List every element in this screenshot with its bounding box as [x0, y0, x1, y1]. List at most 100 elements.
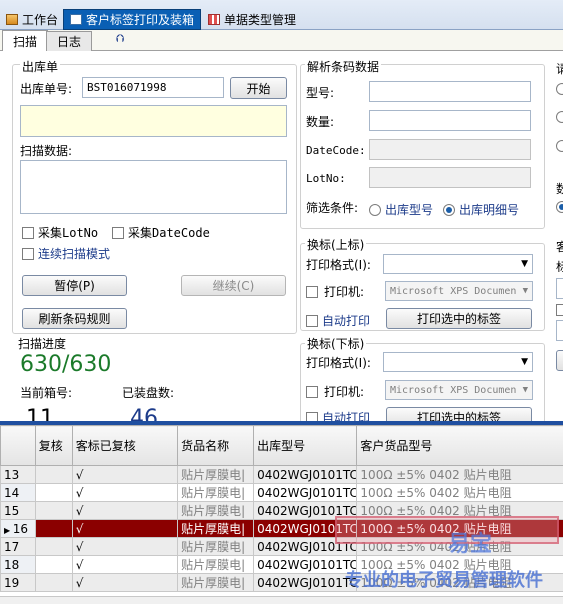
label-bottom-format-select[interactable]: ▼	[383, 352, 533, 372]
datecode-label: DateCode:	[306, 144, 366, 157]
continuous-scan-checkbox[interactable]: 连续扫描模式	[22, 245, 110, 262]
checked-cell[interactable]	[34, 465, 73, 484]
outbound-model-cell[interactable]: 0402WGJ0101TC	[253, 483, 358, 502]
collapse-chevron-icon[interactable]: ⮉	[116, 32, 124, 46]
customer-checked-cell[interactable]: √	[71, 537, 179, 556]
row-number-cell[interactable]: 14	[0, 483, 36, 502]
tab-label-print[interactable]: 客户标签打印及装箱	[63, 9, 202, 30]
customer-checked-cell[interactable]: √	[71, 573, 179, 592]
table-row[interactable]: 13 √ 贴片厚膜电| 0402WGJ0101TC 100Ω ±5% 0402 贴片电阻	[0, 465, 563, 484]
row-number-cell[interactable]: 15	[0, 501, 36, 520]
right-clip-radio-1[interactable]	[556, 83, 563, 95]
right-clip-label-a: 请	[556, 62, 563, 76]
outbound-model-cell[interactable]: 0402WGJ0101TC	[253, 465, 358, 484]
current-box-value: 11	[26, 406, 54, 421]
horizontal-scrollbar[interactable]	[0, 596, 563, 604]
outbound-model-cell[interactable]: 0402WGJ0101TC	[253, 555, 358, 574]
right-clip-field-2[interactable]	[556, 320, 563, 341]
item-name-cell[interactable]: 贴片厚膜电|	[177, 573, 255, 592]
refresh-barcode-rules-button[interactable]: 刷新条码规则	[22, 308, 127, 329]
label-top-format-select[interactable]: ▼	[383, 254, 533, 274]
quantity-input[interactable]	[369, 110, 531, 131]
right-clip-radio-2[interactable]	[556, 111, 563, 123]
current-box-label: 当前箱号:	[20, 386, 73, 400]
label-top-printer-select[interactable]: Microsoft XPS Documen ▼	[385, 281, 533, 301]
right-clip-radio-3[interactable]	[556, 140, 563, 152]
label-top-printer-checkbox[interactable]: 打印机:	[306, 283, 364, 300]
tab-doc-types-label: 单据类型管理	[224, 12, 297, 27]
grid-header-customer-checked[interactable]: 客标已复核	[71, 425, 179, 466]
item-name-cell[interactable]: 贴片厚膜电|	[177, 465, 255, 484]
order-number-input[interactable]	[82, 77, 224, 98]
parse-group-title: 解析条码数据	[305, 58, 382, 75]
watermark-brand: 易宝	[448, 532, 493, 557]
packed-count-label: 已装盘数:	[122, 386, 175, 400]
right-clip-label-d: 标	[556, 260, 563, 274]
outbound-model-cell[interactable]: 0402WGJ0101TC	[253, 573, 358, 592]
item-name-cell[interactable]: 贴片厚膜电|	[177, 555, 255, 574]
right-clip-field-1[interactable]	[556, 278, 563, 299]
customer-model-cell[interactable]: 100Ω ±5% 0402 贴片电阻	[356, 465, 563, 484]
grid-header-customer-model[interactable]: 客户货品型号	[356, 425, 563, 466]
checked-cell[interactable]	[34, 519, 73, 538]
checked-cell[interactable]	[34, 501, 73, 520]
lotno-input[interactable]	[369, 167, 531, 188]
label-bottom-format-label: 打印格式(I):	[306, 356, 371, 370]
customer-checked-cell[interactable]: √	[71, 483, 179, 502]
row-number-cell[interactable]: 13	[0, 465, 36, 484]
label-bottom-print-selected-button[interactable]: 打印选中的标签	[386, 407, 532, 421]
grid-header-checked[interactable]: 复核	[34, 425, 73, 466]
row-number-cell[interactable]: 19	[0, 573, 36, 592]
label-top-print-selected-button[interactable]: 打印选中的标签	[386, 308, 532, 329]
label-bottom-printer-checkbox[interactable]: 打印机:	[306, 383, 364, 400]
table-row[interactable]: 14 √ 贴片厚膜电| 0402WGJ0101TC 100Ω ±5% 0402 贴片电阻	[0, 483, 563, 502]
checked-cell[interactable]	[34, 483, 73, 502]
grid-header-item-name[interactable]: 货品名称	[177, 425, 255, 466]
datecode-input[interactable]	[369, 139, 531, 160]
pause-button[interactable]: 暂停(P)	[22, 275, 127, 296]
scan-data-textarea[interactable]	[20, 160, 287, 214]
order-number-label: 出库单号:	[20, 82, 73, 96]
item-name-cell[interactable]: 贴片厚膜电|	[177, 519, 255, 538]
lotno-label: LotNo:	[306, 172, 346, 185]
checked-cell[interactable]	[34, 555, 73, 574]
checked-cell[interactable]	[34, 537, 73, 556]
start-button[interactable]: 开始	[230, 77, 287, 99]
row-number-cell[interactable]: ▶ 16	[0, 519, 36, 538]
customer-checked-cell[interactable]: √	[71, 555, 179, 574]
tab-workbench[interactable]: 工作台	[0, 8, 64, 30]
right-clip-checkbox[interactable]	[556, 304, 563, 316]
tab-doc-types[interactable]: 单据类型管理	[202, 8, 302, 30]
right-clip-radio-4[interactable]	[556, 201, 563, 213]
label-bottom-autoprint-checkbox[interactable]: 自动打印	[306, 409, 370, 421]
tab-label-print-label: 客户标签打印及装箱	[86, 13, 195, 27]
scan-progress-title: 扫描进度	[18, 337, 67, 351]
row-number-cell[interactable]: 18	[0, 555, 36, 574]
collect-lotno-checkbox[interactable]: 采集LotNo	[22, 224, 98, 241]
subtab-log[interactable]: 日志	[46, 31, 93, 51]
item-name-cell[interactable]: 贴片厚膜电|	[177, 537, 255, 556]
label-top-autoprint-checkbox[interactable]: 自动打印	[306, 312, 370, 329]
tab-workbench-label: 工作台	[22, 12, 59, 27]
grid-header-outbound-model[interactable]: 出库型号	[253, 425, 358, 466]
quantity-label: 数量:	[306, 115, 335, 129]
collect-datecode-checkbox[interactable]: 采集DateCode	[112, 224, 210, 241]
customer-checked-cell[interactable]: √	[71, 519, 179, 538]
customer-checked-cell[interactable]: √	[71, 501, 179, 520]
filter-radio-outbound-detail[interactable]: 出库明细号	[443, 201, 519, 218]
customer-checked-cell[interactable]: √	[71, 465, 179, 484]
customer-model-cell[interactable]: 100Ω ±5% 0402 贴片电阻	[356, 483, 563, 502]
watermark-highlight	[335, 516, 559, 544]
item-name-cell[interactable]: 贴片厚膜电|	[177, 501, 255, 520]
continue-button[interactable]: 继续(C)	[181, 275, 286, 296]
chevron-down-icon: ▼	[522, 385, 528, 395]
checked-cell[interactable]	[34, 573, 73, 592]
scan-input[interactable]	[20, 105, 287, 137]
row-number-cell[interactable]: 17	[0, 537, 36, 556]
filter-radio-outbound-model[interactable]: 出库型号	[369, 201, 433, 218]
model-input[interactable]	[369, 81, 531, 102]
label-bottom-printer-select[interactable]: Microsoft XPS Documen ▼	[385, 380, 533, 400]
item-name-cell[interactable]: 贴片厚膜电|	[177, 483, 255, 502]
subtab-scan[interactable]: 扫描	[2, 30, 49, 51]
right-clip-button[interactable]	[556, 350, 563, 371]
